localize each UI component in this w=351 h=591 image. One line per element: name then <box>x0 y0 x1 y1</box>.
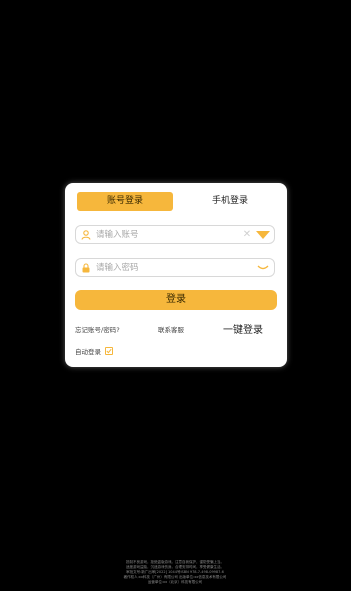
login-button[interactable]: 登录 <box>75 290 277 310</box>
account-input[interactable] <box>96 228 236 242</box>
lock-icon <box>82 263 90 273</box>
legal-footer: 抵制不良游戏，拒绝盗版游戏。注意自我保护，谨防受骗上当。 适度游戏益脑，沉迷游戏… <box>75 560 275 585</box>
auto-login-checkbox[interactable] <box>105 347 114 355</box>
close-icon[interactable]: ✕ <box>242 229 252 240</box>
eye-closed-icon[interactable] <box>257 265 269 271</box>
login-card: 账号登录 手机登录 ✕ 登录 忘记账号/密码? 联系客服 一键登录 自动登录 <box>65 183 287 367</box>
password-field <box>75 258 275 277</box>
password-input[interactable] <box>96 261 236 275</box>
auto-login-label: 自动登录 <box>75 348 101 356</box>
tab-account-login[interactable]: 账号登录 <box>77 192 173 211</box>
forgot-password-link[interactable]: 忘记账号/密码? <box>75 324 120 334</box>
contact-service-link[interactable]: 联系客服 <box>158 324 184 334</box>
login-tabs: 账号登录 手机登录 <box>77 192 275 211</box>
one-key-login-link[interactable]: 一键登录 <box>223 321 263 336</box>
account-field: ✕ <box>75 225 275 244</box>
check-icon <box>106 348 112 354</box>
tab-phone-login[interactable]: 手机登录 <box>185 192 275 211</box>
caret-down-icon[interactable] <box>256 231 270 239</box>
user-icon <box>81 230 91 240</box>
auto-login-option: 自动登录 <box>75 346 114 356</box>
footer-line: 运营单位:xx（北京）科技有限公司 <box>147 580 203 584</box>
